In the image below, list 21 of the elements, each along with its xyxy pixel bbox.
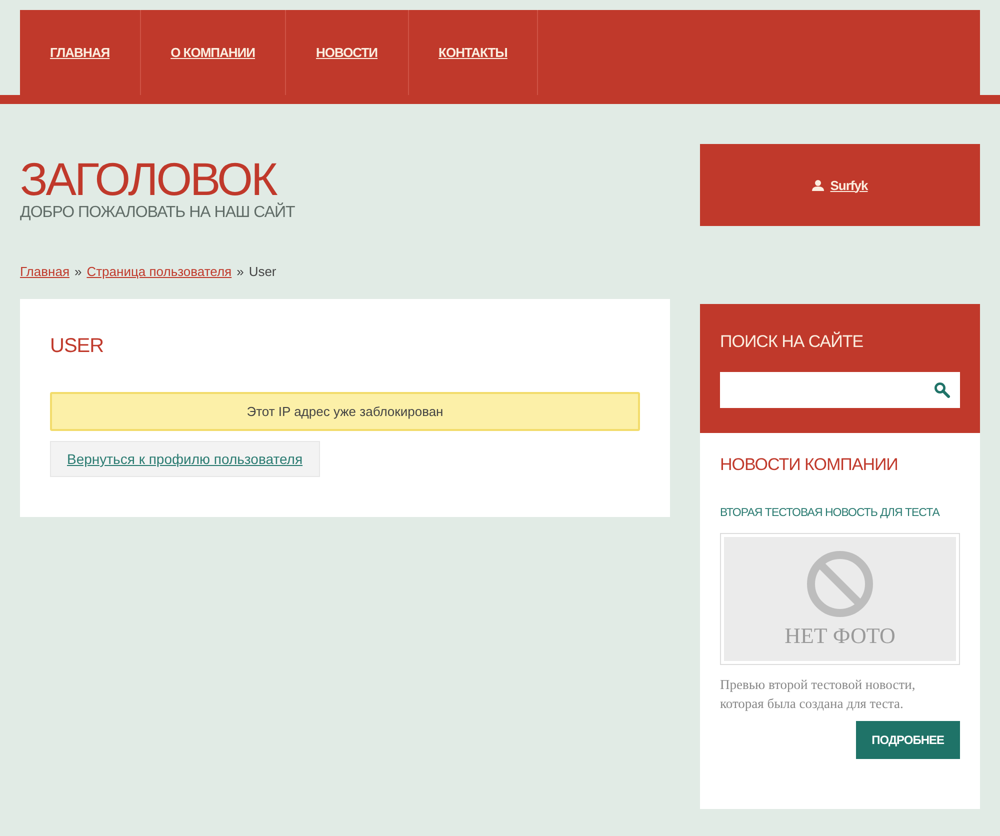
no-photo-icon — [805, 549, 875, 619]
breadcrumb-separator: » — [74, 264, 82, 279]
alert-message: Этот IP адрес уже заблокирован — [50, 392, 640, 431]
site-title: ЗАГОЛОВОК — [20, 154, 276, 204]
news-preview: Превью второй тестовой новости, которая была создана для теста. — [720, 676, 916, 713]
news-heading: НОВОСТИ КОМПАНИИ — [720, 455, 899, 475]
breadcrumb-separator: » — [236, 264, 244, 279]
breadcrumb-link[interactable]: Страница пользователя — [86, 264, 232, 279]
search-field[interactable] — [720, 372, 960, 408]
user-icon — [812, 180, 824, 190]
site-subtitle: ДОБРО ПОЖАЛОВАТЬ НА НАШ САЙТ — [20, 204, 296, 222]
breadcrumb-current: User — [248, 264, 276, 279]
page-title: USER — [50, 335, 105, 358]
search-heading: ПОИСК НА САЙТЕ — [720, 332, 864, 352]
back-link[interactable]: Вернуться к профилю пользователя — [50, 441, 320, 477]
more-button[interactable]: ПОДРОБНЕЕ — [856, 721, 960, 759]
no-photo-label: НЕТ ФОТО — [784, 623, 896, 649]
username-link[interactable]: Surfyk — [830, 178, 868, 192]
breadcrumb-link[interactable]: Главная — [20, 264, 70, 279]
news-title[interactable]: ВТОРАЯ ТЕСТОВАЯ НОВОСТЬ ДЛЯ ТЕСТА — [720, 507, 960, 519]
search-icon[interactable] — [934, 382, 950, 398]
